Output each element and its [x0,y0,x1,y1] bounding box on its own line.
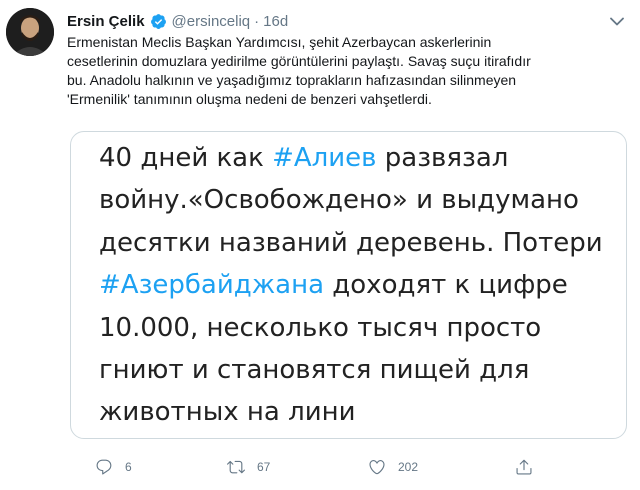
share-button[interactable] [515,455,533,479]
tweet-media-card[interactable]: 40 дней как #Алиев развязал войну.«Освоб… [70,131,627,439]
like-icon [368,458,386,476]
reply-button[interactable]: 6 [95,455,132,479]
media-text-line: гниют и становятся пищей для [99,355,530,385]
retweet-icon [227,458,245,476]
share-icon [515,458,533,476]
reply-icon [95,458,113,476]
retweet-button[interactable]: 67 [227,455,270,479]
hashtag-link[interactable]: #Азербайджана [99,270,324,300]
hashtag-link[interactable]: #Алиев [272,143,376,173]
tweet-text: Ermenistan Meclis Başkan Yardımcısı, şeh… [67,34,531,107]
avatar[interactable] [6,8,54,56]
author-handle[interactable]: @ersinceliq [172,13,251,30]
verified-badge-icon [150,13,167,30]
media-text-line: десятки названий деревень. Потери [99,228,603,258]
media-text-line: 40 дней как #Алиев развязал [99,143,509,173]
more-chevron-icon[interactable] [604,12,630,30]
like-count: 202 [398,460,419,474]
media-text-line: 10.000, несколько тысяч просто [99,313,542,343]
tweet: Ersin Çelik @ersinceliq · 16d Ermenistan… [0,0,640,490]
reply-count: 6 [125,460,132,474]
media-text-line: войну.«Освобождено» и выдумано [99,185,579,215]
author-name[interactable]: Ersin Çelik [67,13,145,30]
media-text-line: #Азербайджана доходят к цифре [99,270,568,300]
header-separator: · [254,12,260,30]
tweet-header: Ersin Çelik @ersinceliq · 16d [67,10,288,32]
retweet-count: 67 [257,460,271,474]
media-text-line: животных на лини [99,397,356,427]
like-button[interactable]: 202 [368,455,418,479]
tweet-timestamp[interactable]: 16d [263,13,288,30]
tweet-actions: 6 67 202 [95,455,635,479]
